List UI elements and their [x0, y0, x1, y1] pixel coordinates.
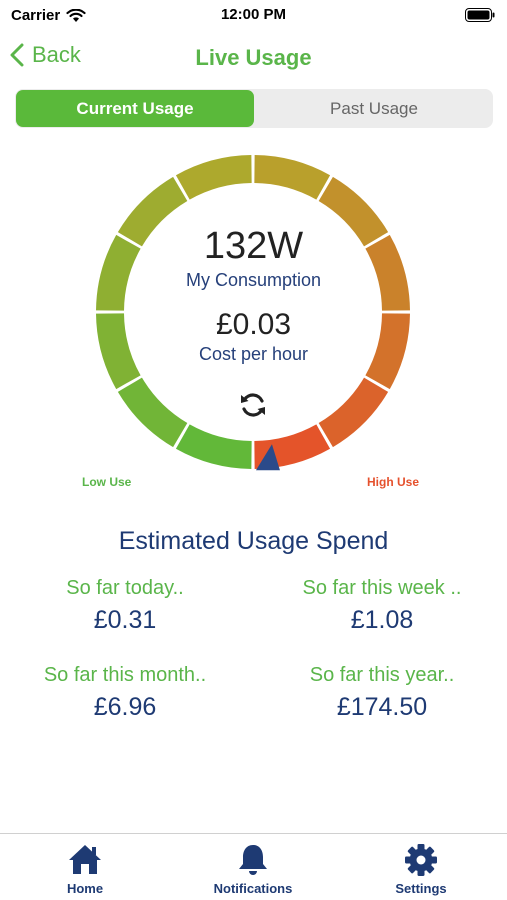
navigation-bar: Back Live Usage: [0, 36, 507, 80]
spend-value: £1.08: [350, 606, 414, 634]
tab-settings-label: Settings: [395, 881, 447, 896]
high-use-label: High Use: [367, 475, 420, 489]
spend-label: So far this year..: [309, 664, 455, 686]
tab-notifications[interactable]: Notifications: [178, 842, 328, 896]
low-use-label: Low Use: [82, 475, 132, 489]
segment-current-usage[interactable]: Current Usage: [16, 90, 254, 127]
usage-gauge: 132W My Consumption £0.03 Cost per hour …: [0, 150, 507, 500]
tab-home[interactable]: Home: [10, 842, 160, 896]
spend-month: So far this month.. £6.96: [0, 664, 250, 722]
gauge-segment: [253, 424, 331, 469]
gauge-segment: [175, 424, 253, 469]
spend-week: So far this week .. £1.08: [257, 577, 507, 635]
gauge-segment: [117, 377, 188, 448]
spend-label: So far this week ..: [302, 577, 462, 599]
spend-label: So far this month..: [43, 664, 207, 686]
gauge-segment: [318, 377, 389, 448]
tab-notifications-label: Notifications: [213, 881, 293, 896]
gear-icon: [405, 844, 437, 876]
refresh-icon[interactable]: [238, 390, 268, 420]
tab-home-label: Home: [66, 881, 104, 896]
battery-icon: [465, 8, 495, 22]
spend-today: So far today.. £0.31: [0, 577, 250, 635]
spend-label: So far today..: [66, 577, 184, 599]
consumption-value: 132W: [203, 225, 304, 267]
tab-bar: Home Notifications Settings: [0, 833, 507, 900]
spend-year: So far this year.. £174.50: [257, 664, 507, 722]
home-icon: [69, 845, 101, 874]
cost-value: £0.03: [215, 308, 292, 341]
gauge-segment: [253, 155, 331, 200]
spend-value: £0.31: [93, 606, 157, 634]
bell-icon: [239, 845, 267, 875]
spend-value: £6.96: [93, 693, 157, 721]
spend-section-title: Estimated Usage Spend: [118, 527, 389, 555]
segment-past-usage[interactable]: Past Usage: [255, 89, 493, 128]
tab-settings[interactable]: Settings: [346, 842, 496, 896]
status-time: 12:00 PM: [220, 6, 287, 23]
consumption-caption: My Consumption: [185, 270, 322, 290]
cost-caption: Cost per hour: [198, 344, 309, 364]
gauge-segment: [175, 155, 253, 200]
status-bar: Carrier 12:00 PM: [0, 0, 507, 32]
page-title: Live Usage: [195, 45, 312, 70]
spend-value: £174.50: [336, 693, 428, 721]
usage-segmented-control: Current Usage Past Usage: [15, 89, 493, 128]
